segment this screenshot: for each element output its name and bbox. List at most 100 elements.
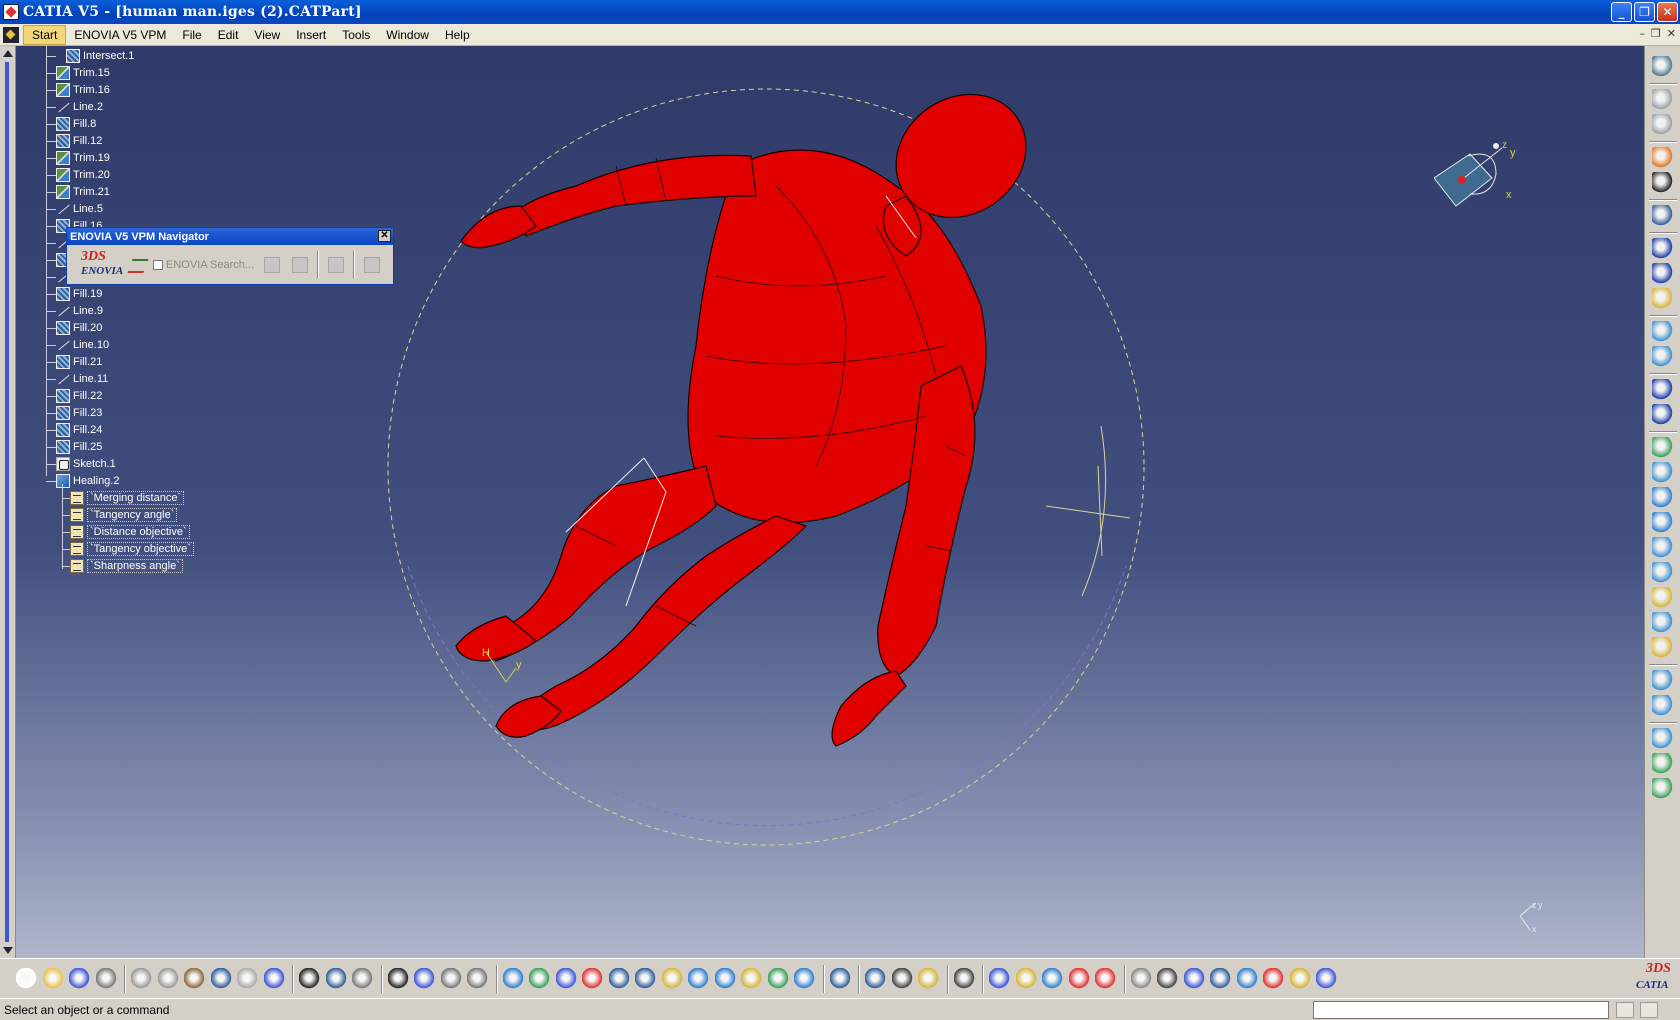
- enovia-send-icon[interactable]: [324, 253, 348, 277]
- save-icon[interactable]: [69, 968, 91, 990]
- menu-insert[interactable]: Insert: [288, 26, 334, 44]
- menu-tools[interactable]: Tools: [334, 26, 378, 44]
- menu-start[interactable]: Start: [23, 24, 67, 45]
- swap-space-icon[interactable]: [794, 968, 816, 990]
- law-icon[interactable]: [352, 968, 374, 990]
- menu-view[interactable]: View: [246, 26, 288, 44]
- cut-icon[interactable]: [131, 968, 153, 990]
- new-file-icon[interactable]: [16, 968, 38, 990]
- catia-logo[interactable]: 3DS CATIA: [1632, 961, 1674, 997]
- spiral-icon[interactable]: [1652, 404, 1674, 426]
- enovia-navigator-titlebar[interactable]: ENOVIA V5 VPM Navigator ✕: [67, 228, 393, 245]
- command-input[interactable]: [1313, 1001, 1609, 1019]
- parameters-icon[interactable]: [467, 968, 489, 990]
- tree-item[interactable]: Fill.21: [56, 354, 102, 370]
- enovia-sync-icon[interactable]: [360, 253, 384, 277]
- tree-item[interactable]: Trim.21: [56, 184, 110, 200]
- connect-checker-icon[interactable]: [1095, 968, 1117, 990]
- sheet-icon[interactable]: [1652, 56, 1674, 78]
- tree-item[interactable]: Sketch.1: [56, 456, 116, 472]
- analysis-icon[interactable]: [989, 968, 1011, 990]
- porcupine-icon[interactable]: [1068, 968, 1091, 990]
- axis-icon[interactable]: [1183, 968, 1206, 990]
- enovia-logo[interactable]: 3DS ENOVIA: [71, 249, 125, 281]
- measure-icon[interactable]: [865, 968, 887, 990]
- circle-icon[interactable]: [1652, 379, 1674, 401]
- command-help-icon[interactable]: [1640, 1002, 1658, 1018]
- plane-icon[interactable]: [1652, 288, 1674, 310]
- hide-show-icon[interactable]: [767, 968, 790, 990]
- formula-icon[interactable]: [299, 968, 321, 990]
- tree-item[interactable]: Line.11: [56, 371, 108, 387]
- scroll-track[interactable]: [5, 62, 9, 942]
- restore-button[interactable]: ❐: [1634, 2, 1655, 22]
- point-icon[interactable]: [1652, 238, 1674, 260]
- lock-icon[interactable]: [440, 968, 463, 990]
- tree-item[interactable]: Healing.2: [56, 473, 119, 489]
- fill-surface-icon[interactable]: [1652, 587, 1674, 609]
- sphere-icon[interactable]: [1652, 487, 1674, 509]
- command-history-icon[interactable]: [1616, 1002, 1634, 1018]
- loft-icon[interactable]: [1652, 612, 1674, 634]
- offset-icon[interactable]: [1652, 537, 1674, 559]
- workbench-icon[interactable]: [3, 26, 19, 43]
- line-icon[interactable]: [1652, 263, 1674, 285]
- measure-item-icon[interactable]: [891, 968, 914, 990]
- human-model[interactable]: [455, 69, 1050, 747]
- tree-item[interactable]: Fill.24: [56, 422, 102, 438]
- update-icon[interactable]: [829, 968, 852, 990]
- surface-icon[interactable]: [1652, 346, 1674, 368]
- tree-item[interactable]: Intersect.1: [66, 48, 134, 64]
- doc-restore-button[interactable]: ❐: [1651, 27, 1661, 40]
- menu-enovia[interactable]: ENOVIA V5 VPM: [66, 26, 174, 44]
- sketch-icon[interactable]: [1652, 205, 1674, 227]
- paste-icon[interactable]: [1652, 114, 1674, 136]
- normal-view-icon[interactable]: [661, 968, 684, 990]
- enovia-save-icon[interactable]: [288, 253, 312, 277]
- tree-item[interactable]: Fill.19: [56, 286, 102, 302]
- menu-edit[interactable]: Edit: [210, 26, 247, 44]
- grid-icon[interactable]: [1210, 968, 1232, 990]
- zoom-out-icon[interactable]: [635, 968, 657, 990]
- tree-item[interactable]: Fill.12: [56, 133, 102, 149]
- cylinder-icon[interactable]: [1652, 512, 1674, 534]
- knowledge-icon[interactable]: [325, 968, 348, 990]
- revolve-icon[interactable]: [1652, 462, 1674, 484]
- copy-icon[interactable]: [1652, 89, 1674, 111]
- enovia-navigator-toolbar[interactable]: ENOVIA V5 VPM Navigator ✕ 3DS ENOVIA ENO…: [66, 227, 394, 285]
- enovia-tree-icon[interactable]: [260, 253, 284, 277]
- enovia-search-checkbox[interactable]: ENOVIA Search...: [153, 259, 254, 271]
- extract-icon[interactable]: [1652, 778, 1674, 800]
- tree-scrollbar[interactable]: [0, 46, 16, 958]
- paste-icon[interactable]: [184, 968, 206, 990]
- enovia-navigator-close-button[interactable]: ✕: [378, 230, 391, 242]
- heal-icon[interactable]: [1652, 695, 1674, 717]
- menu-window[interactable]: Window: [378, 26, 437, 44]
- tree-parameter[interactable]: `Tangency objective`: [70, 541, 194, 557]
- tree-parameter[interactable]: `Distance objective`: [70, 524, 190, 540]
- scroll-up-arrow-icon[interactable]: [3, 50, 13, 57]
- compass-icon[interactable]: z y x: [1433, 138, 1534, 218]
- draft-analysis-icon[interactable]: [1015, 968, 1038, 990]
- work-support-icon[interactable]: [1236, 968, 1259, 990]
- curvature-icon[interactable]: [1042, 968, 1064, 990]
- menu-help[interactable]: Help: [437, 26, 478, 44]
- rotate-icon[interactable]: [582, 968, 604, 990]
- close-button[interactable]: ✕: [1657, 2, 1678, 22]
- tree-parameter[interactable]: `Sharpness angle`: [70, 558, 183, 574]
- graph-icon[interactable]: [414, 968, 436, 990]
- tree-item[interactable]: Fill.22: [56, 388, 102, 404]
- model-scene[interactable]: H y: [16, 46, 1644, 958]
- tree-item[interactable]: Fill.8: [56, 116, 96, 132]
- tree-item[interactable]: Line.10: [56, 337, 109, 353]
- copy-icon[interactable]: [157, 968, 180, 990]
- multi-view-icon[interactable]: [688, 968, 710, 990]
- trim-icon[interactable]: [1652, 753, 1674, 775]
- capture-icon[interactable]: [953, 968, 976, 990]
- select-icon[interactable]: [1652, 147, 1674, 169]
- eraser-icon[interactable]: [1316, 968, 1338, 990]
- tree-item[interactable]: Trim.20: [56, 167, 110, 183]
- enovia-connect-icon[interactable]: [127, 253, 151, 277]
- specification-tree[interactable]: Intersect.1 Trim.15 Trim.16 Line.2 Fill.8 Fil…: [36, 46, 256, 666]
- expand-arrow-icon[interactable]: [1652, 172, 1674, 194]
